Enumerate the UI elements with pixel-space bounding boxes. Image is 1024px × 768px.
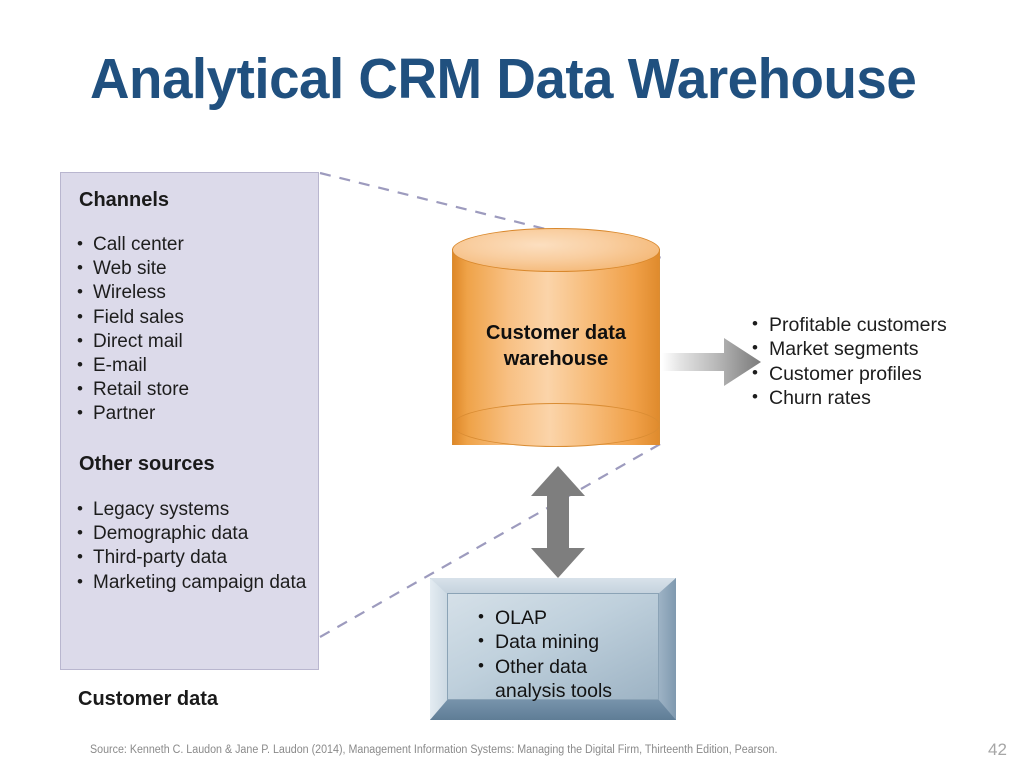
- list-item: Other data: [478, 654, 612, 679]
- outputs-list: Profitable customers Market segments Cus…: [752, 312, 947, 410]
- list-item: Profitable customers: [752, 312, 947, 337]
- other-sources-heading: Other sources: [79, 453, 215, 475]
- cylinder-label-line2: warehouse: [503, 348, 609, 370]
- analytical-crm-diagram: Channels Call center Web site Wireless F…: [0, 0, 1024, 740]
- customer-data-sources-panel: Channels Call center Web site Wireless F…: [60, 172, 319, 670]
- list-item: Customer profiles: [752, 361, 947, 386]
- cylinder-bottom-ellipse: [452, 403, 660, 447]
- list-item: E-mail: [77, 353, 189, 378]
- cylinder-label-line1: Customer data: [485, 322, 627, 344]
- other-sources-list: Legacy systems Demographic data Third-pa…: [77, 497, 308, 595]
- right-arrow-icon: [662, 338, 761, 386]
- list-item: Wireless: [77, 280, 189, 305]
- bevel-right: [658, 578, 676, 720]
- customer-data-warehouse-cylinder: Customer data warehouse: [452, 228, 660, 466]
- bevel-top: [430, 578, 676, 594]
- list-item: Partner: [77, 401, 189, 426]
- analysis-tools-list: OLAP Data mining Other data analysis too…: [478, 605, 613, 703]
- analysis-tools-box: OLAP Data mining Other data analysis too…: [430, 578, 676, 720]
- list-item: Legacy systems: [77, 497, 308, 522]
- list-item: analysis tools: [495, 679, 613, 702]
- list-item: Field sales: [77, 305, 189, 330]
- list-item: Retail store: [77, 377, 189, 402]
- list-item: Third-party data: [77, 545, 308, 570]
- list-item: Marketing campaign data: [77, 570, 308, 595]
- list-item: Call center: [77, 232, 189, 257]
- list-item: Data mining: [478, 629, 612, 654]
- page-number: 42: [988, 740, 1007, 759]
- list-item: Demographic data: [77, 521, 308, 546]
- customer-data-caption: Customer data: [78, 688, 219, 710]
- list-item: Web site: [77, 256, 189, 281]
- list-item: Market segments: [752, 336, 947, 361]
- list-item: OLAP: [478, 605, 612, 630]
- channels-heading: Channels: [79, 189, 170, 211]
- bevel-left: [430, 578, 448, 720]
- list-item: Churn rates: [752, 385, 947, 410]
- cylinder-top-ellipse: [452, 228, 660, 272]
- list-item: Direct mail: [77, 329, 189, 354]
- channels-list: Call center Web site Wireless Field sale…: [77, 232, 189, 427]
- source-attribution: Source: Kenneth C. Laudon & Jane P. Laud…: [90, 744, 778, 756]
- cylinder-label: Customer data warehouse: [452, 320, 660, 372]
- double-headed-vertical-arrow-icon: [531, 466, 585, 578]
